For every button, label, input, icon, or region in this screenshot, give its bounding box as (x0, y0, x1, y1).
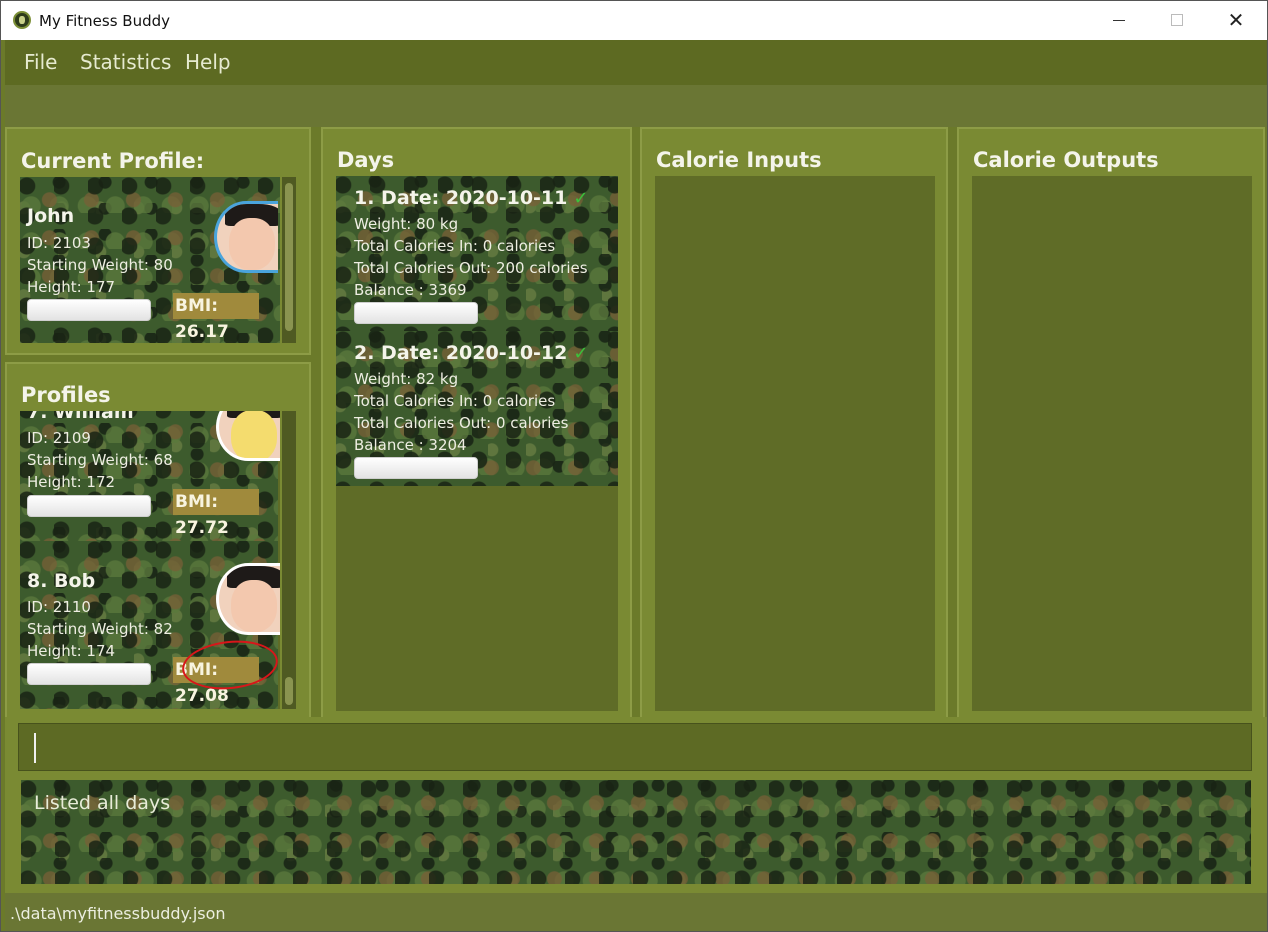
profile-starting-weight: Starting Weight: 68 (27, 451, 173, 469)
day-weight: Weight: 80 kg (354, 215, 459, 233)
check-icon: ✓ (573, 188, 589, 209)
text-caret (34, 733, 36, 763)
calorie-outputs-panel: Calorie Outputs (957, 127, 1265, 720)
days-panel: Days 1. Date: 2020-10-11 ✓ Weight: 80 kg … (321, 127, 632, 720)
maximize-icon (1171, 14, 1183, 26)
progress-bar (27, 299, 151, 321)
calorie-inputs-title: Calorie Inputs (656, 148, 822, 172)
toolbar-strip (5, 85, 1267, 127)
status-bar: .\data\myfitnessbuddy.json (5, 893, 1267, 931)
profile-name: John (27, 205, 75, 227)
minimize-button[interactable] (1091, 1, 1149, 40)
current-profile-card[interactable]: John ID: 2103 Starting Weight: 80 Height… (20, 177, 280, 343)
menu-file[interactable]: File (24, 50, 57, 74)
days-title: Days (337, 148, 395, 172)
progress-bar (27, 663, 151, 685)
avatar (216, 563, 280, 635)
progress-bar (27, 495, 151, 517)
result-display: Listed all days (21, 780, 1251, 884)
day-calories-out: Total Calories Out: 0 calories (354, 414, 569, 432)
day-balance: Balance : 3204 (354, 436, 467, 454)
calorie-inputs-list[interactable] (655, 176, 935, 711)
bmi-badge: BMI: 27.72 (173, 489, 259, 538)
progress-bar (354, 302, 478, 324)
profile-id: ID: 2103 (27, 234, 91, 252)
profile-height: Height: 174 (27, 642, 116, 660)
app-window: My Fitness Buddy ✕ File Statistics Help … (0, 0, 1268, 932)
calorie-inputs-panel: Calorie Inputs (640, 127, 948, 720)
profiles-scrollbar[interactable] (282, 411, 296, 709)
day-title: 2. Date: 2020-10-12 ✓ (354, 342, 589, 364)
window-title: My Fitness Buddy (39, 12, 171, 30)
list-item-day[interactable]: 1. Date: 2020-10-11 ✓ Weight: 80 kg Total… (336, 176, 618, 331)
profile-name: 8. Bob (27, 570, 96, 592)
list-item-day[interactable]: 2. Date: 2020-10-12 ✓ Weight: 82 kg Total… (336, 331, 618, 486)
current-profile-title: Current Profile: (21, 149, 205, 173)
scroll-thumb[interactable] (285, 677, 293, 705)
command-input[interactable] (18, 723, 1252, 771)
profile-height: Height: 177 (27, 278, 116, 296)
profile-height: Height: 172 (27, 473, 116, 491)
avatar (216, 411, 280, 461)
menu-bar: File Statistics Help (5, 40, 1267, 85)
avatar (214, 201, 278, 273)
profile-id: ID: 2110 (27, 598, 91, 616)
day-calories-in: Total Calories In: 0 calories (354, 237, 556, 255)
maximize-button[interactable] (1149, 1, 1207, 40)
day-balance: Balance : 3369 (354, 281, 467, 299)
minimize-icon (1113, 20, 1125, 21)
day-calories-in: Total Calories In: 0 calories (354, 392, 556, 410)
menu-statistics[interactable]: Statistics (80, 50, 171, 74)
calorie-outputs-title: Calorie Outputs (973, 148, 1159, 172)
result-text: Listed all days (34, 792, 171, 814)
status-file-path: .\data\myfitnessbuddy.json (10, 904, 226, 923)
current-profile-scrollbar[interactable] (282, 177, 296, 343)
close-button[interactable]: ✕ (1207, 1, 1265, 40)
check-icon: ✓ (573, 343, 589, 364)
profiles-title: Profiles (21, 383, 111, 407)
profile-name: 7. William (27, 411, 134, 423)
close-icon: ✕ (1227, 8, 1245, 32)
days-list: 1. Date: 2020-10-11 ✓ Weight: 80 kg Total… (336, 176, 618, 711)
progress-bar (354, 457, 478, 479)
profile-id: ID: 2109 (27, 429, 91, 447)
scroll-thumb[interactable] (285, 183, 293, 331)
day-title: 1. Date: 2020-10-11 ✓ (354, 187, 589, 209)
current-profile-panel: Current Profile: John ID: 2103 Starting … (5, 127, 311, 355)
menu-help[interactable]: Help (185, 50, 231, 74)
profile-starting-weight: Starting Weight: 82 (27, 620, 173, 638)
title-bar: My Fitness Buddy ✕ (1, 1, 1267, 40)
bmi-badge: BMI: 26.17 (173, 293, 259, 342)
day-calories-out: Total Calories Out: 200 calories (354, 259, 588, 277)
day-weight: Weight: 82 kg (354, 370, 459, 388)
app-logo-icon (13, 11, 31, 29)
calorie-outputs-list[interactable] (972, 176, 1252, 711)
profile-starting-weight: Starting Weight: 80 (27, 256, 173, 274)
list-item-profile[interactable]: 7. William ID: 2109 Starting Weight: 68 … (20, 411, 280, 541)
